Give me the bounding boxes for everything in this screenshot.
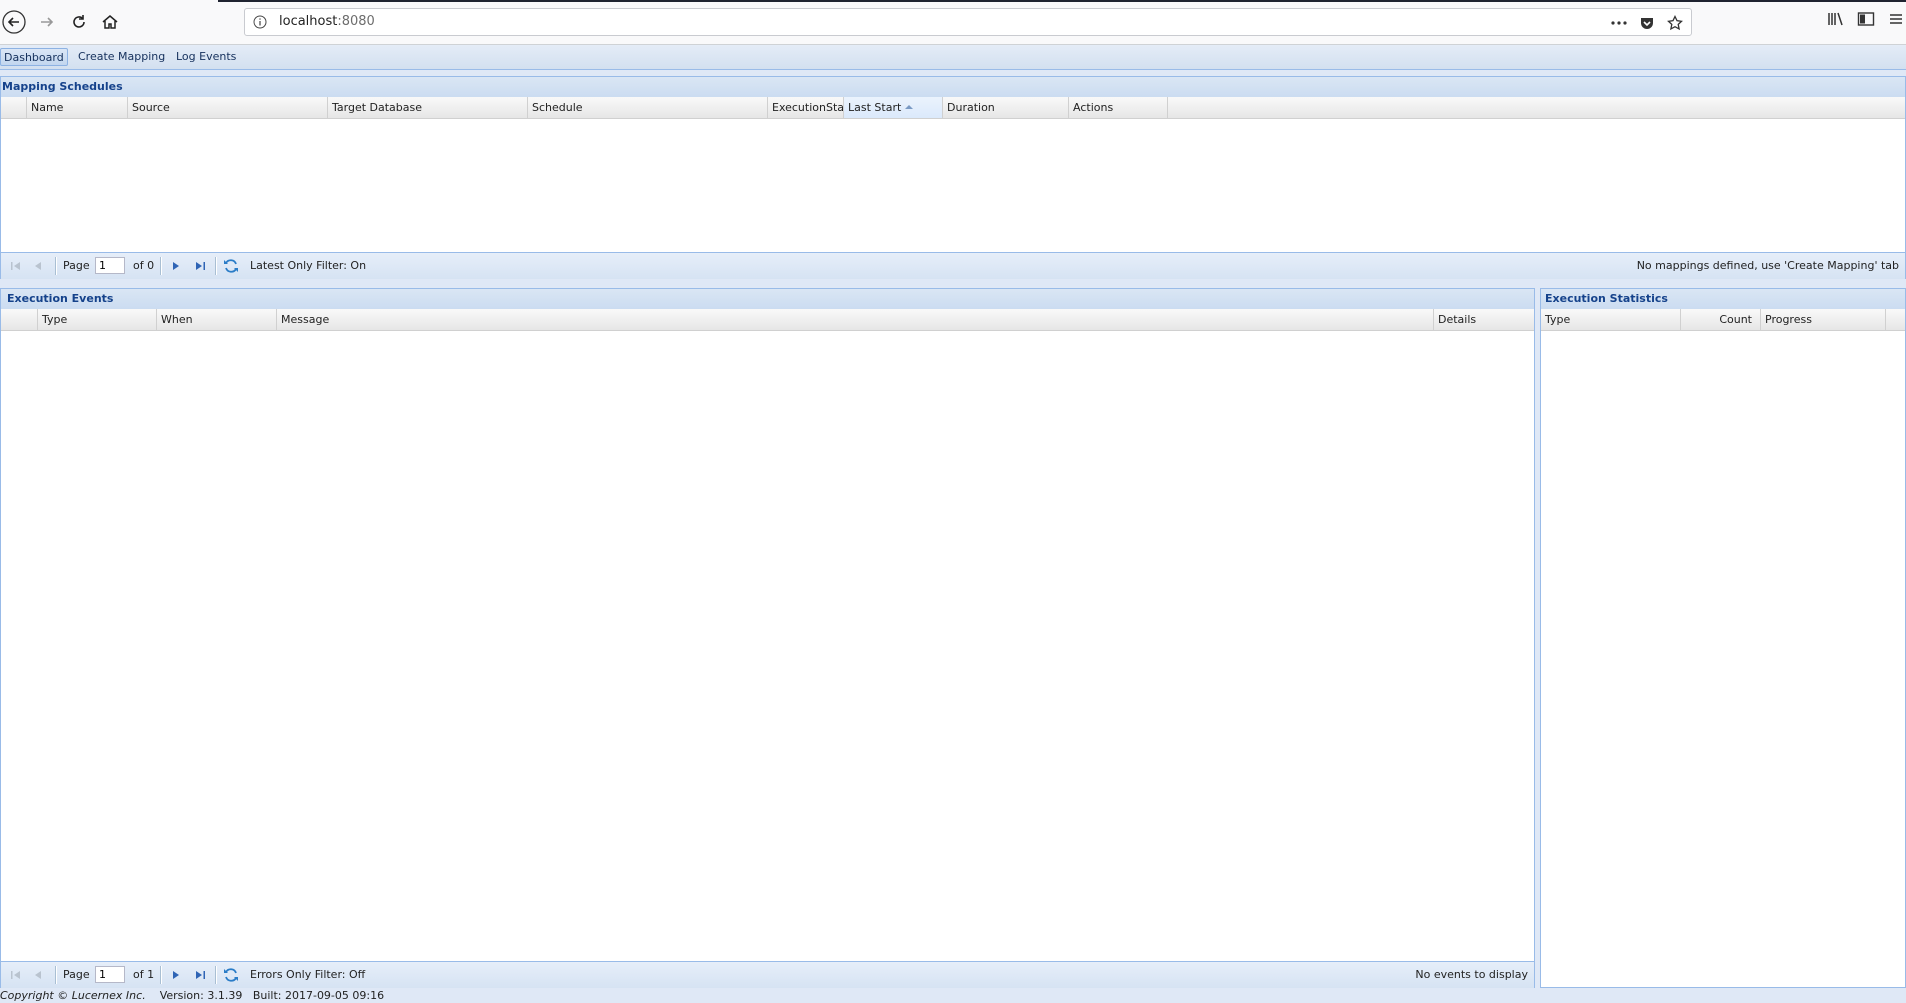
column-header-schedule[interactable]: Schedule [528,97,768,118]
first-page-button[interactable] [8,258,24,274]
app-footer: Copyright © Lucernex Inc. Version: 3.1.3… [0,988,1906,1003]
page-label: Page [63,968,90,981]
next-page-button[interactable] [168,967,184,983]
panel-title: Mapping Schedules [1,77,1905,98]
home-button[interactable] [97,9,123,35]
reload-icon [73,15,85,28]
last-page-icon [196,262,205,270]
mapping-schedules-panel: Mapping Schedules Name Source Target Dat… [0,76,1906,279]
column-header-count[interactable]: Count [1681,309,1761,330]
pager-separator [215,257,217,275]
page-label: Page [63,259,90,272]
column-label: Last Start [848,101,902,114]
site-info-icon[interactable] [253,15,267,32]
previous-page-button[interactable] [30,258,46,274]
forward-arrow-icon [41,17,54,27]
page-count: of 1 [133,968,155,981]
pager-status-text: No mappings defined, use 'Create Mapping… [1636,259,1899,272]
first-page-icon [11,971,20,979]
page-count: of 0 [133,259,155,272]
first-page-button[interactable] [8,967,24,983]
column-header-when[interactable]: When [157,309,277,330]
sort-ascending-icon [905,105,914,109]
refresh-button[interactable] [223,258,239,274]
next-page-icon [173,971,179,979]
mapping-schedules-grid-body [1,119,1905,252]
latest-only-filter-toggle[interactable]: Latest Only Filter: On [250,259,366,272]
errors-only-filter-toggle[interactable]: Errors Only Filter: Off [250,968,365,981]
tab-log-events[interactable]: Log Events [173,48,239,66]
pager-separator [160,966,162,984]
app-container: Dashboard Create Mapping Log Events Mapp… [0,45,1906,1003]
forward-button[interactable] [34,9,60,35]
panel-title: Execution Events [1,289,1534,310]
column-header-target-database[interactable]: Target Database [328,97,528,118]
url-host: localhost [279,14,338,29]
refresh-icon [224,259,238,273]
execution-events-grid-body [1,331,1534,961]
pager-separator [160,257,162,275]
column-header-type[interactable]: Type [1541,309,1681,330]
pager-separator [55,257,57,275]
back-arrow-icon [2,10,26,34]
column-header-type[interactable]: Type [38,309,157,330]
grid-header: Type When Message Details [1,309,1534,331]
execution-statistics-panel: Execution Statistics Type Count Progress [1540,288,1906,988]
pager-status-text: No events to display [1415,968,1528,981]
next-page-button[interactable] [168,258,184,274]
column-header-source[interactable]: Source [128,97,328,118]
column-header-details[interactable]: Details [1434,309,1534,330]
tab-create-mapping[interactable]: Create Mapping [75,48,168,66]
grid-header: Type Count Progress [1541,309,1905,331]
bookmark-star-icon[interactable] [1665,13,1685,33]
grid-header: Name Source Target Database Schedule Exe… [1,97,1905,119]
column-header-last-start[interactable]: Last Start [844,97,943,118]
column-header-execution-status[interactable]: ExecutionStati [768,97,844,118]
pager-separator [215,966,217,984]
copyright-text: Copyright © Lucernex Inc. [0,989,146,1002]
library-icon[interactable] [1826,9,1846,29]
pocket-icon[interactable] [1637,13,1657,33]
page-number-input[interactable] [95,966,125,983]
next-page-icon [173,262,179,270]
first-page-icon [11,262,20,270]
url-text: localhost:8080 [279,14,375,29]
panel-title: Execution Statistics [1541,289,1905,310]
browser-toolbar: localhost:8080 [0,0,1906,45]
execution-statistics-grid-body [1541,331,1905,987]
menu-icon[interactable] [1886,9,1906,29]
previous-page-icon [35,262,41,270]
version-text: Version: 3.1.39 [159,989,243,1002]
column-header-rownum [1,309,38,330]
url-port: :8080 [337,14,375,29]
tab-dashboard[interactable]: Dashboard [0,48,68,66]
execution-events-panel: Execution Events Type When Message Detai… [0,288,1535,988]
column-header-rownum [1,97,27,118]
mapping-schedules-pager: Page of 0 Latest Only Filter: On No mapp… [1,252,1905,279]
execution-events-pager: Page of 1 Errors Only Filter: Off No eve… [1,961,1534,988]
column-header-message[interactable]: Message [277,309,1434,330]
home-icon [102,15,118,29]
page-actions-icon[interactable] [1609,13,1629,33]
column-header-progress[interactable]: Progress [1761,309,1886,330]
page-load-indicator [218,0,1906,2]
sidebar-icon[interactable] [1856,9,1876,29]
column-header-name[interactable]: Name [27,97,128,118]
pager-separator [55,966,57,984]
last-page-icon [196,971,205,979]
reload-button[interactable] [66,9,92,35]
column-header-actions[interactable]: Actions [1069,97,1168,118]
page-number-input[interactable] [95,257,125,274]
column-header-duration[interactable]: Duration [943,97,1069,118]
tab-bar: Dashboard Create Mapping Log Events [0,45,1906,70]
last-page-button[interactable] [192,258,208,274]
address-bar[interactable]: localhost:8080 [244,8,1692,36]
refresh-icon [224,968,238,982]
back-button[interactable] [1,9,27,35]
last-page-button[interactable] [192,967,208,983]
previous-page-button[interactable] [30,967,46,983]
build-text: Built: 2017-09-05 09:16 [252,989,385,1002]
refresh-button[interactable] [223,967,239,983]
previous-page-icon [35,971,41,979]
